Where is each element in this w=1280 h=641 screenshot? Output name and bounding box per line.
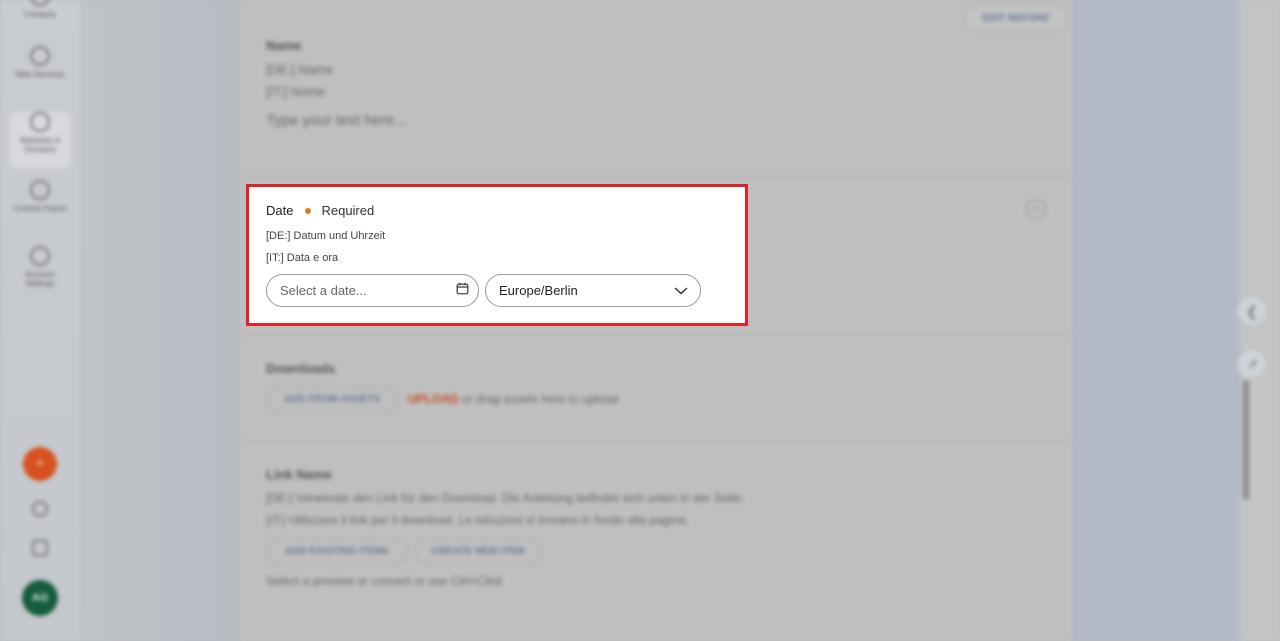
grid-icon	[30, 180, 50, 200]
sidebar-item-content-import[interactable]: Content Import	[10, 180, 70, 236]
sidebar-item-label: Contacts	[24, 10, 56, 19]
create-new-item-button[interactable]: CREATE NEW ITEM	[414, 538, 542, 564]
upload-note: UPLOAD or drag assets here to upload	[408, 392, 618, 406]
sidebar-item-contacts[interactable]: Contacts	[10, 0, 70, 42]
required-dot-icon	[305, 207, 312, 214]
translation-it: [IT:] Data e ora	[266, 252, 339, 264]
upload-link[interactable]: UPLOAD	[408, 392, 459, 406]
globe-icon	[30, 46, 50, 66]
launch-button[interactable]: ↗	[1236, 348, 1268, 380]
upload-note-text: or drag assets here to upload	[462, 392, 619, 406]
notifications-icon[interactable]	[32, 540, 48, 556]
left-gutter	[80, 0, 240, 641]
section-downloads: Downloads ADD FROM ASSETS UPLOAD or drag…	[240, 335, 1072, 441]
text-input-placeholder[interactable]: Type your text here...	[266, 112, 407, 129]
section-heading: Name	[266, 38, 302, 53]
field-header: Date Required	[266, 203, 374, 218]
add-from-assets-button[interactable]: ADD FROM ASSETS	[266, 386, 398, 412]
section-link: Link Name [DE:] Verwende den Link für de…	[240, 442, 1072, 641]
create-button[interactable]: +	[23, 447, 57, 481]
helper-text: Select a preview or convert or use Ctrl+…	[266, 574, 503, 588]
timezone-select[interactable]: Europe/Berlin	[485, 274, 701, 307]
timezone-value: Europe/Berlin	[499, 283, 578, 298]
sidebar-item-websites[interactable]: Websites & Domains	[10, 112, 70, 168]
globe-icon	[30, 112, 50, 132]
sidebar-item-label: Web Services	[15, 70, 65, 79]
right-gutter	[1072, 0, 1240, 641]
avatar[interactable]: AG	[22, 580, 58, 616]
chevron-left-icon: ❮	[1246, 302, 1258, 319]
contacts-icon	[30, 0, 50, 6]
translation-it: [IT:] Nome	[266, 84, 326, 99]
sidebar-item-web-services[interactable]: Web Services	[10, 46, 70, 102]
sidebar-item-account-settings[interactable]: Account Settings	[10, 246, 70, 302]
scrollbar-thumb[interactable]	[1243, 380, 1249, 500]
sidebar-item-label: Websites & Domains	[19, 136, 61, 154]
translation-it: [IT:] Utilizzare il link per il download…	[266, 513, 689, 527]
add-existing-items-button[interactable]: ADD EXISTING ITEMS	[266, 538, 408, 564]
collapse-panel-button[interactable]: ❮	[1236, 295, 1268, 327]
field-label: Date	[266, 203, 294, 218]
divider	[240, 176, 1072, 177]
date-picker[interactable]	[266, 274, 479, 307]
add-icon[interactable]: +	[1026, 199, 1046, 219]
date-input[interactable]	[280, 283, 456, 298]
avatar-initials: AG	[31, 592, 49, 604]
rocket-icon: ↗	[1246, 355, 1258, 372]
section-name: Name [DE:] Name [IT:] Nome Type your tex…	[240, 0, 1072, 176]
translation-de: [DE:] Datum und Uhrzeit	[266, 230, 386, 242]
calendar-icon[interactable]	[456, 282, 469, 300]
sidebar-item-label: Account Settings	[25, 270, 55, 288]
help-icon[interactable]	[32, 501, 48, 517]
plus-icon: +	[35, 455, 45, 472]
sidebar-item-label: Content Import	[13, 204, 67, 213]
translation-de: [DE:] Name	[266, 62, 334, 77]
section-heading: Link Name	[266, 467, 332, 482]
chevron-down-icon	[674, 283, 688, 298]
required-badge: Required	[321, 203, 375, 218]
date-field-card: Date Required [DE:] Datum und Uhrzeit [I…	[246, 184, 748, 326]
globe-icon	[30, 246, 50, 266]
translation-de: [DE:] Verwende den Link für den Download…	[266, 491, 745, 505]
section-heading: Downloads	[266, 361, 336, 376]
left-navigation-rail: Contacts Web Services Websites & Domains…	[0, 0, 80, 641]
